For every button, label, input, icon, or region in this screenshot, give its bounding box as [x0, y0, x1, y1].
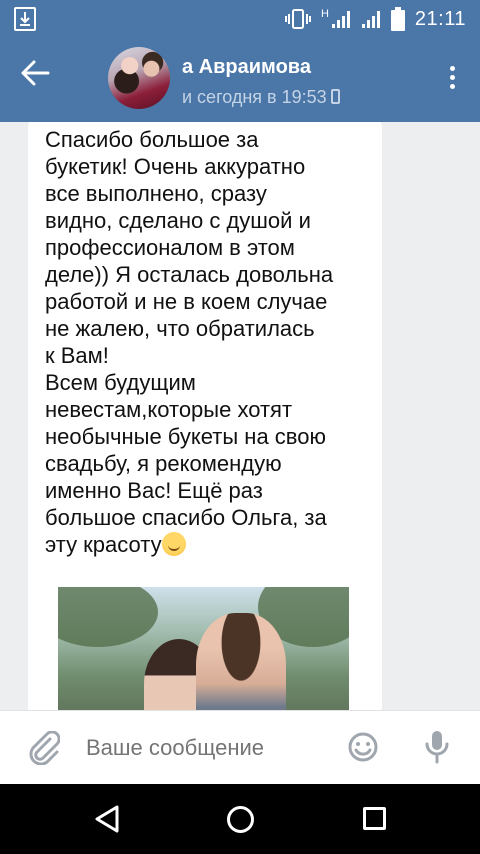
mobile-phone-icon: [330, 89, 340, 104]
back-button[interactable]: [20, 60, 64, 100]
signal-icon: [331, 11, 350, 28]
signal-icon: [361, 11, 380, 28]
message-list[interactable]: Спасибо большое за букетик! Очень аккура…: [0, 122, 480, 710]
nav-back-icon: [95, 805, 119, 833]
message-text: Спасибо большое за букетик! Очень аккура…: [45, 126, 375, 558]
message-input-bar: [0, 710, 480, 784]
clock: 21:11: [414, 7, 466, 30]
nav-recent-icon[interactable]: [363, 807, 386, 830]
vibrate-icon: [284, 9, 311, 29]
chat-header: а Авраимова и сегодня в 19:53: [0, 38, 480, 122]
emoji-icon: [348, 732, 378, 762]
system-navigation-bar: [0, 784, 480, 854]
more-vertical-icon: [442, 66, 462, 89]
nav-home-icon[interactable]: [227, 806, 254, 833]
smiling-face-icon: [161, 532, 186, 556]
status-bar: H 21:11: [0, 0, 480, 38]
more-options-button[interactable]: [442, 66, 462, 96]
network-type-label: H: [320, 8, 329, 20]
microphone-icon: [425, 731, 449, 764]
nav-back-button[interactable]: [93, 804, 121, 839]
download-icon: [14, 7, 36, 31]
message-body: Спасибо большое за букетик! Очень аккура…: [45, 127, 334, 557]
back-arrow-icon: [21, 60, 50, 86]
emoji-button[interactable]: [347, 731, 379, 768]
last-seen-status: и сегодня в 19:53: [182, 87, 340, 108]
paperclip-icon: [29, 730, 61, 766]
photo-groom: [196, 613, 286, 710]
avatar[interactable]: [108, 47, 170, 109]
last-seen-text: и сегодня в 19:53: [182, 87, 327, 107]
message-photo[interactable]: [58, 587, 349, 710]
voice-message-button[interactable]: [424, 729, 450, 770]
battery-icon: [390, 7, 405, 31]
message-input[interactable]: [86, 731, 336, 765]
contact-name[interactable]: а Авраимова: [182, 56, 311, 79]
attach-button[interactable]: [28, 730, 61, 770]
photo-foliage: [58, 587, 158, 647]
